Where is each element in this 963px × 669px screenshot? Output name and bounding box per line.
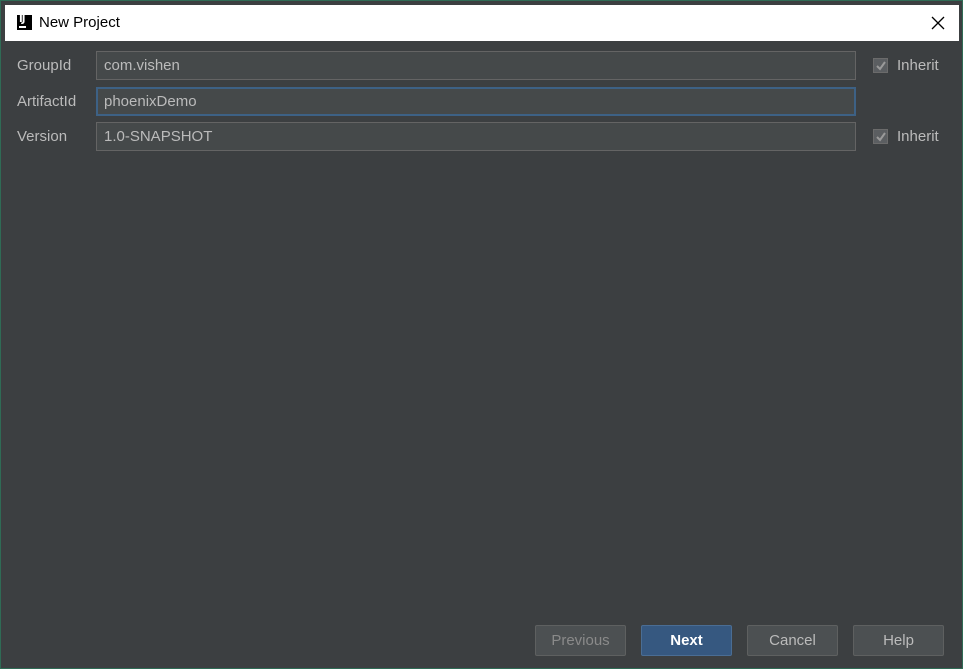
artifact-id-field[interactable]: phoenixDemo: [96, 87, 856, 116]
checkmark-icon: [876, 132, 886, 142]
next-button[interactable]: Next: [641, 625, 732, 656]
cancel-button[interactable]: Cancel: [747, 625, 838, 656]
new-project-dialog: IJ New Project GroupId com.vishen Inheri…: [0, 0, 963, 669]
dialog-title: New Project: [39, 14, 120, 31]
version-label: Version: [17, 128, 68, 145]
version-inherit-checkbox[interactable]: [873, 129, 888, 144]
dialog-content: GroupId com.vishen Inherit ArtifactId ph…: [5, 41, 959, 666]
previous-button[interactable]: Previous: [535, 625, 626, 656]
group-id-field[interactable]: com.vishen: [96, 51, 856, 80]
version-field[interactable]: 1.0-SNAPSHOT: [96, 122, 856, 151]
artifact-id-label: ArtifactId: [17, 93, 77, 110]
close-button[interactable]: [917, 5, 959, 41]
group-id-label: GroupId: [17, 57, 72, 74]
help-button[interactable]: Help: [853, 625, 944, 656]
group-id-inherit-checkbox[interactable]: [873, 58, 888, 73]
title-bar: IJ New Project: [5, 5, 959, 41]
close-icon: [931, 16, 945, 30]
version-inherit-label: Inherit: [897, 128, 939, 145]
checkmark-icon: [876, 61, 886, 71]
group-id-inherit-label: Inherit: [897, 57, 939, 74]
intellij-idea-icon: IJ: [17, 14, 32, 30]
